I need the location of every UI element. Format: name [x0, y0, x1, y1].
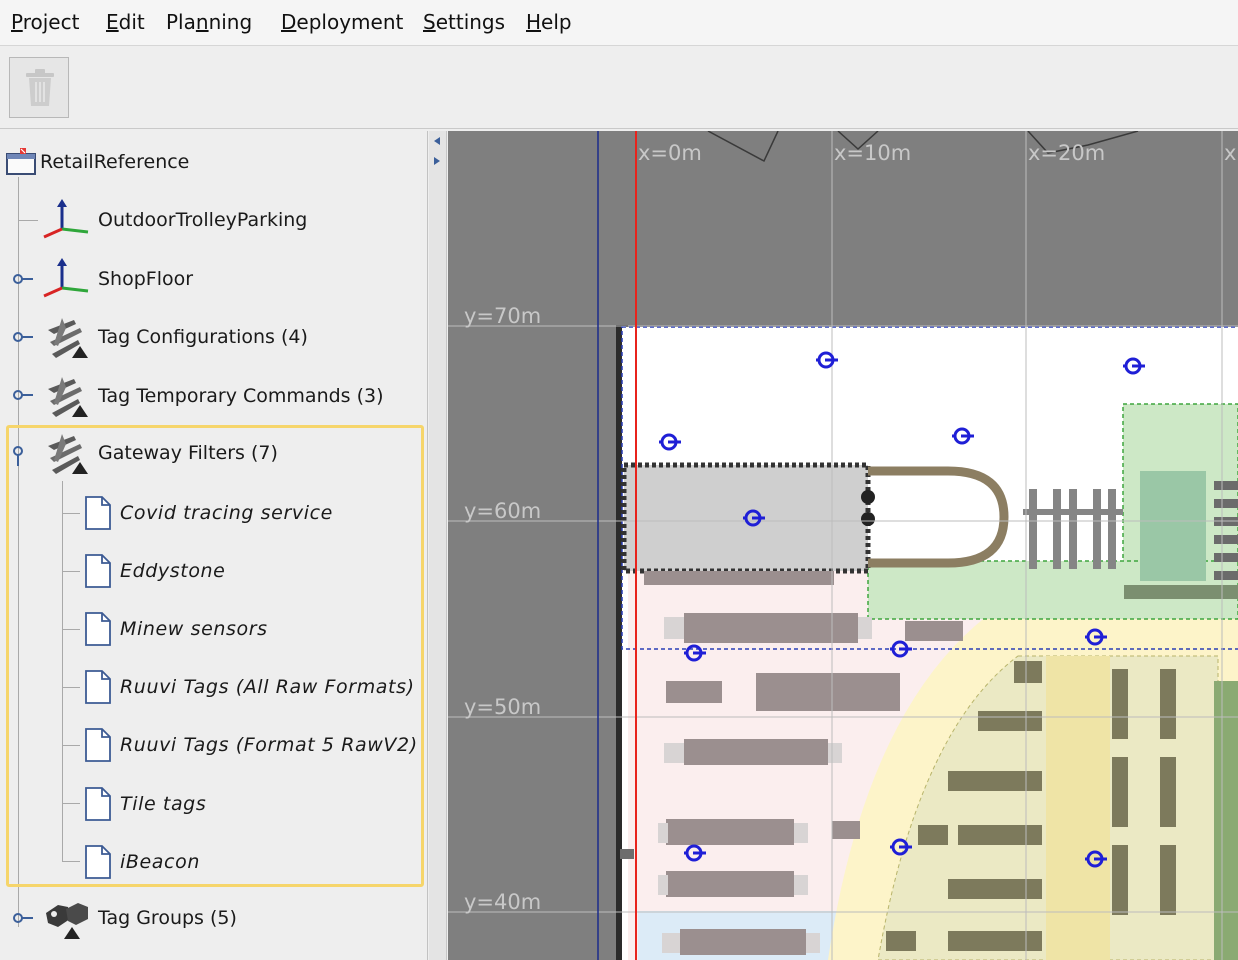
expand-handle-tag-configurations[interactable] — [13, 331, 35, 343]
aisle-yellow — [1046, 656, 1110, 960]
expand-handle-shopfloor[interactable] — [13, 273, 35, 285]
tree-node-tag-configurations[interactable]: Tag Configurations (4) — [44, 315, 308, 359]
tree-node-outdoortrolleyparking[interactable]: OutdoorTrolleyParking — [40, 198, 307, 242]
tree-leaf-ruuvi-format5[interactable]: Ruuvi Tags (Format 5 RawV2) — [82, 723, 418, 767]
document-icon — [82, 724, 120, 766]
tree-connector — [62, 513, 80, 514]
menu-bar: Project Edit Planning Deployment Setting… — [0, 0, 1238, 46]
y-axis-label: y=50m — [464, 695, 541, 719]
tree-leaf-minew-sensors[interactable]: Minew sensors — [82, 607, 268, 651]
tree-leaf-label: Tile tags — [120, 793, 207, 815]
floor-plan-svg[interactable]: x=0m x=10m x=20m x y=70m y=60m y=50m y=4… — [448, 131, 1238, 960]
door-marker — [620, 849, 634, 859]
expand-handle-tag-temporary-commands[interactable] — [13, 389, 35, 401]
tree-leaf-tile-tags[interactable]: Tile tags — [82, 782, 206, 826]
tree-connector — [18, 220, 38, 221]
menu-planning[interactable]: Planning — [166, 10, 252, 34]
tree-leaf-label: iBeacon — [120, 851, 200, 873]
document-icon — [82, 783, 120, 825]
collapse-left-arrow-icon[interactable] — [434, 137, 440, 145]
menu-help[interactable]: Help — [526, 10, 572, 34]
y-axis-label: y=40m — [464, 890, 541, 914]
tree-leaf-label: Ruuvi Tags (Format 5 RawV2) — [120, 734, 418, 756]
document-icon — [82, 550, 120, 592]
delete-button[interactable] — [9, 57, 69, 118]
tools-icon — [44, 375, 98, 417]
tree-node-label: Gateway Filters (7) — [98, 442, 278, 464]
trash-icon — [26, 69, 54, 106]
tree-connector — [62, 687, 80, 688]
document-icon — [82, 666, 120, 708]
menu-settings[interactable]: Settings — [423, 10, 505, 34]
tree-node-tag-groups[interactable]: Tag Groups (5) — [44, 896, 237, 940]
tree-node-label: OutdoorTrolleyParking — [98, 209, 308, 231]
collapse-handle-gateway-filters[interactable] — [11, 445, 25, 467]
floor-plan-canvas[interactable]: x=0m x=10m x=20m x y=70m y=60m y=50m y=4… — [448, 131, 1238, 960]
tree-connector — [62, 481, 63, 861]
menu-project[interactable]: Project — [11, 10, 79, 34]
tree-connector — [18, 177, 19, 927]
panel-splitter[interactable] — [429, 131, 447, 960]
tree-node-label: Tag Temporary Commands (3) — [98, 385, 384, 407]
tree-node-tag-temporary-commands[interactable]: Tag Temporary Commands (3) — [44, 374, 384, 418]
tree-node-label: Tag Groups (5) — [98, 907, 237, 929]
x-axis-label: x=10m — [834, 141, 911, 165]
project-tree: RetailReference OutdoorTrolleyParking Sh… — [0, 131, 428, 960]
green-base — [1124, 585, 1238, 599]
y-axis-label: y=60m — [464, 499, 541, 523]
tools-icon — [44, 316, 98, 358]
document-icon — [82, 492, 120, 534]
x-axis-label: x=0m — [638, 141, 702, 165]
green-block — [1140, 471, 1206, 581]
tree-node-label: Tag Configurations (4) — [98, 326, 308, 348]
tree-leaf-ibeacon[interactable]: iBeacon — [82, 840, 200, 884]
tag-group-icon — [44, 897, 98, 939]
tree-node-gateway-filters[interactable]: Gateway Filters (7) — [44, 431, 278, 475]
tree-leaf-covid-tracing-service[interactable]: Covid tracing service — [82, 491, 333, 535]
tools-icon — [44, 432, 98, 474]
expand-handle-tag-groups[interactable] — [13, 912, 35, 924]
toolbar — [0, 47, 1238, 129]
tree-leaf-label: Eddystone — [120, 560, 226, 582]
document-icon — [82, 608, 120, 650]
project-icon — [2, 141, 40, 183]
tree-leaf-label: Ruuvi Tags (All Raw Formats) — [120, 676, 415, 698]
tree-connector — [62, 803, 80, 804]
collapse-right-arrow-icon[interactable] — [434, 157, 440, 165]
tree-node-shopfloor[interactable]: ShopFloor — [40, 257, 193, 301]
x-axis-label: x — [1224, 141, 1236, 165]
x-axis-label: x=20m — [1028, 141, 1105, 165]
menu-edit[interactable]: Edit — [106, 10, 145, 34]
tree-connector — [62, 861, 80, 862]
axes-icon — [40, 258, 98, 300]
tree-root-label: RetailReference — [40, 151, 190, 173]
tree-leaf-ruuvi-all-raw[interactable]: Ruuvi Tags (All Raw Formats) — [82, 665, 415, 709]
tree-leaf-label: Covid tracing service — [120, 502, 333, 524]
tree-connector — [62, 629, 80, 630]
tree-root-retailreference[interactable]: RetailReference — [2, 140, 189, 184]
tree-connector — [62, 571, 80, 572]
tree-leaf-label: Minew sensors — [120, 618, 268, 640]
tree-connector — [62, 745, 80, 746]
axes-icon — [40, 199, 98, 241]
y-axis-label: y=70m — [464, 304, 541, 328]
tree-node-label: ShopFloor — [98, 268, 194, 290]
tree-leaf-eddystone[interactable]: Eddystone — [82, 549, 225, 593]
document-icon — [82, 841, 120, 883]
menu-deployment[interactable]: Deployment — [281, 10, 403, 34]
